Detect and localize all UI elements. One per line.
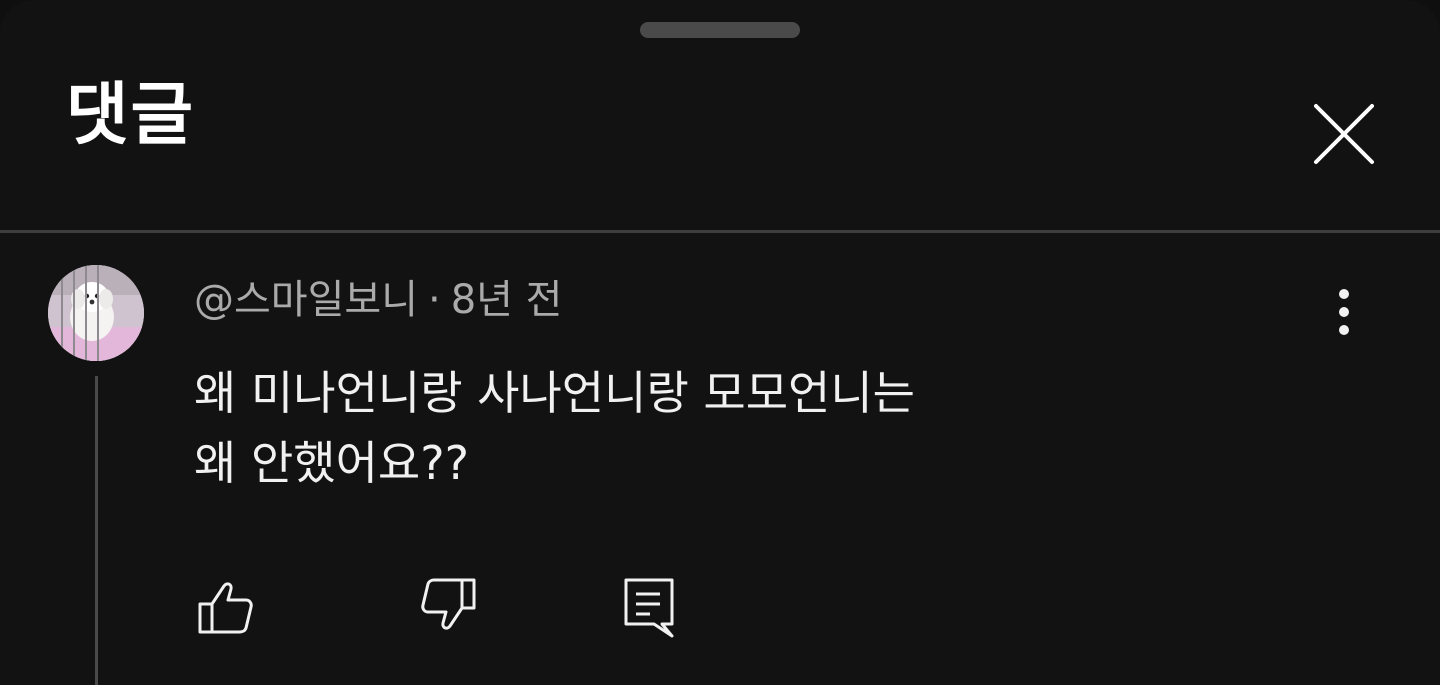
like-button[interactable] [194,574,258,638]
comments-sheet: 댓글 @스마일보니 · 8년 전 왜 미나언니랑 사나언니랑 모모언니는 왜 안… [0,0,1440,685]
thread-line [95,376,98,685]
dislike-button[interactable] [416,574,480,638]
comment-text: 왜 미나언니랑 사나언니랑 모모언니는 왜 안했어요?? [194,358,1194,498]
close-icon [1314,104,1374,164]
comment-text-line: 왜 미나언니랑 사나언니랑 모모언니는 [194,366,915,420]
close-button[interactable] [1306,96,1382,172]
comment-text-line: 왜 안했어요?? [194,436,470,490]
drag-handle[interactable] [640,22,800,38]
thumbs-up-icon [198,582,253,634]
header-divider [0,230,1440,233]
comment-author[interactable]: @스마일보니 [194,277,418,323]
comment-time: 8년 전 [450,277,563,323]
sheet-title: 댓글 [66,76,196,155]
comment-meta: @스마일보니 · 8년 전 [194,276,562,324]
more-options-button[interactable] [1324,286,1364,338]
more-vertical-icon [1339,289,1349,335]
reply-button[interactable] [620,574,684,638]
thumbs-down-icon [421,578,476,630]
meta-separator: · [428,277,441,323]
avatar[interactable] [48,265,144,361]
reply-comment-icon [624,578,674,638]
